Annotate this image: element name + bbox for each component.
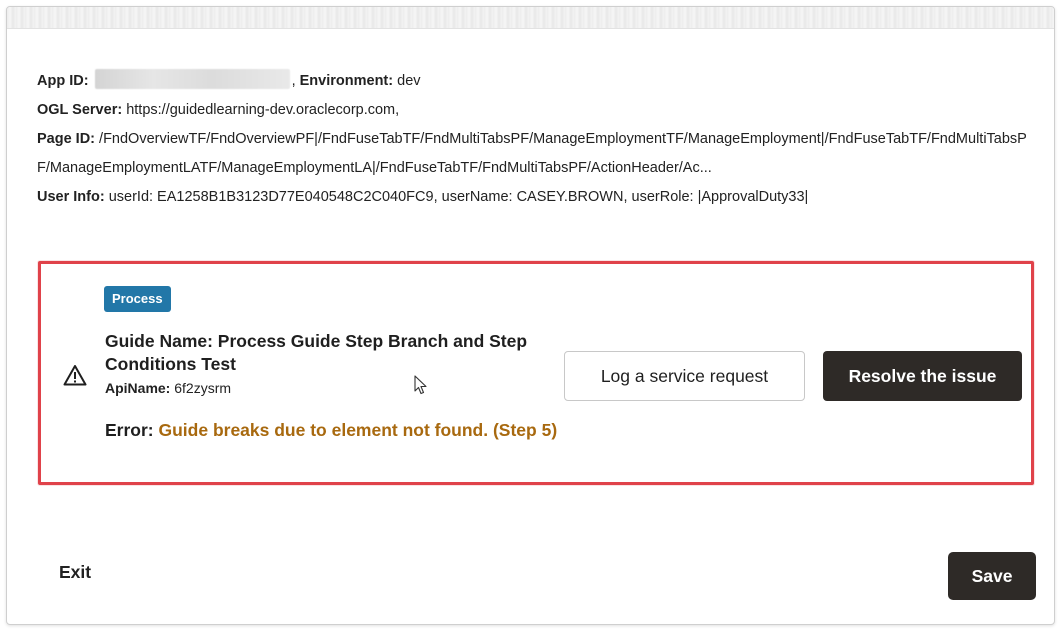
error-text: Guide breaks due to element not found. (… (158, 420, 558, 440)
environment-label: Environment: (299, 73, 394, 89)
ogl-server-value: https://guidedlearning-dev.oraclecorp.co… (126, 102, 400, 118)
user-info-value: userId: EA1258B1B3123D77E040548C2C040FC9… (108, 189, 809, 205)
guide-type-badge: Process (104, 286, 171, 312)
app-id-label: App ID: (37, 73, 89, 89)
page-id-row: Page ID: /FndOverviewTF/FndOverviewPF|/F… (37, 125, 1037, 183)
dialog-header-strip (7, 7, 1054, 29)
app-id-row: App ID: , Environment: dev (37, 67, 1037, 96)
exit-button[interactable]: Exit (59, 562, 91, 583)
guide-issue-dialog: App ID: , Environment: dev OGL Server: h… (6, 6, 1055, 625)
guide-name: Guide Name: Process Guide Step Branch an… (105, 331, 528, 374)
api-name-value: 6f2zysrm (174, 380, 232, 396)
app-id-redacted-value (94, 69, 290, 89)
error-message: Error: Guide breaks due to element not f… (105, 418, 565, 442)
page-id-value: /FndOverviewTF/FndOverviewPF|/FndFuseTab… (37, 131, 1027, 176)
page-id-label: Page ID: (37, 131, 96, 147)
issue-card: Process Guide Name: Process Guide Step B… (38, 261, 1034, 485)
ogl-server-label: OGL Server: (37, 102, 123, 118)
resolve-issue-button[interactable]: Resolve the issue (823, 351, 1022, 401)
user-info-label: User Info: (37, 189, 105, 205)
mouse-pointer-icon (414, 375, 427, 395)
environment-value: dev (397, 73, 421, 89)
user-info-row: User Info: userId: EA1258B1B3123D77E0405… (37, 183, 1037, 212)
error-label: Error: (105, 420, 154, 440)
log-service-request-button[interactable]: Log a service request (564, 351, 805, 401)
api-name: ApiName: 6f2zysrm (105, 380, 231, 396)
environment-info: App ID: , Environment: dev OGL Server: h… (37, 67, 1037, 212)
warning-triangle-icon (63, 365, 87, 386)
ogl-server-row: OGL Server: https://guidedlearning-dev.o… (37, 96, 1037, 125)
api-name-label: ApiName: (105, 380, 171, 396)
save-button[interactable]: Save (948, 552, 1036, 600)
